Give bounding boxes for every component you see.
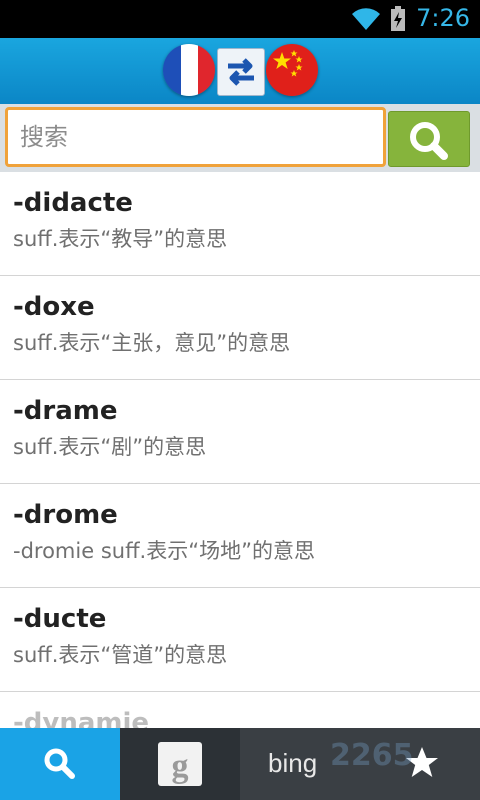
bing-label: bing bbox=[268, 748, 318, 778]
list-item[interactable]: -dynamie bbox=[0, 692, 480, 728]
google-icon: g bbox=[158, 742, 202, 786]
entry-definition: suff.表示“教导”的意思 bbox=[13, 227, 228, 251]
entry-definition: suff.表示“剧”的意思 bbox=[13, 435, 207, 459]
list-item[interactable]: -didacte suff.表示“教导”的意思 bbox=[0, 172, 480, 276]
entry-word: -ducte bbox=[13, 604, 107, 634]
wifi-icon bbox=[350, 6, 382, 36]
tab-search[interactable] bbox=[0, 728, 120, 800]
svg-text:g: g bbox=[172, 748, 189, 785]
search-button[interactable] bbox=[388, 111, 470, 167]
status-time: 7:26 bbox=[416, 4, 470, 32]
bottom-tab-bar: g bing 2265 bbox=[0, 728, 480, 800]
language-header bbox=[0, 38, 480, 104]
entry-word: -doxe bbox=[13, 292, 95, 322]
tab-google[interactable]: g bbox=[120, 728, 240, 800]
france-flag-icon[interactable] bbox=[163, 44, 215, 96]
search-icon bbox=[410, 122, 448, 160]
entry-definition: -dromie suff.表示“场地”的意思 bbox=[13, 539, 315, 563]
list-item[interactable]: -ducte suff.表示“管道”的意思 bbox=[0, 588, 480, 692]
list-item[interactable]: -drame suff.表示“剧”的意思 bbox=[0, 380, 480, 484]
entry-word: -dynamie bbox=[13, 708, 150, 728]
results-list: -didacte suff.表示“教导”的意思 -doxe suff.表示“主张… bbox=[0, 172, 480, 728]
swap-language-button[interactable] bbox=[217, 48, 265, 96]
search-icon bbox=[44, 748, 75, 779]
entry-word: -didacte bbox=[13, 188, 133, 218]
list-item[interactable]: -drome -dromie suff.表示“场地”的意思 bbox=[0, 484, 480, 588]
list-item[interactable]: -doxe suff.表示“主张，意见”的意思 bbox=[0, 276, 480, 380]
search-bar bbox=[0, 104, 480, 172]
entry-definition: suff.表示“主张，意见”的意思 bbox=[13, 331, 291, 355]
entry-definition: suff.表示“管道”的意思 bbox=[13, 643, 228, 667]
search-input[interactable] bbox=[5, 107, 386, 167]
swap-arrows-icon bbox=[228, 58, 254, 86]
watermark: 2265 bbox=[330, 738, 414, 773]
entry-word: -drame bbox=[13, 396, 118, 426]
status-bar: 7:26 bbox=[0, 0, 480, 38]
entry-word: -drome bbox=[13, 500, 118, 530]
china-flag-icon[interactable] bbox=[266, 44, 318, 96]
battery-charging-icon bbox=[390, 6, 406, 36]
